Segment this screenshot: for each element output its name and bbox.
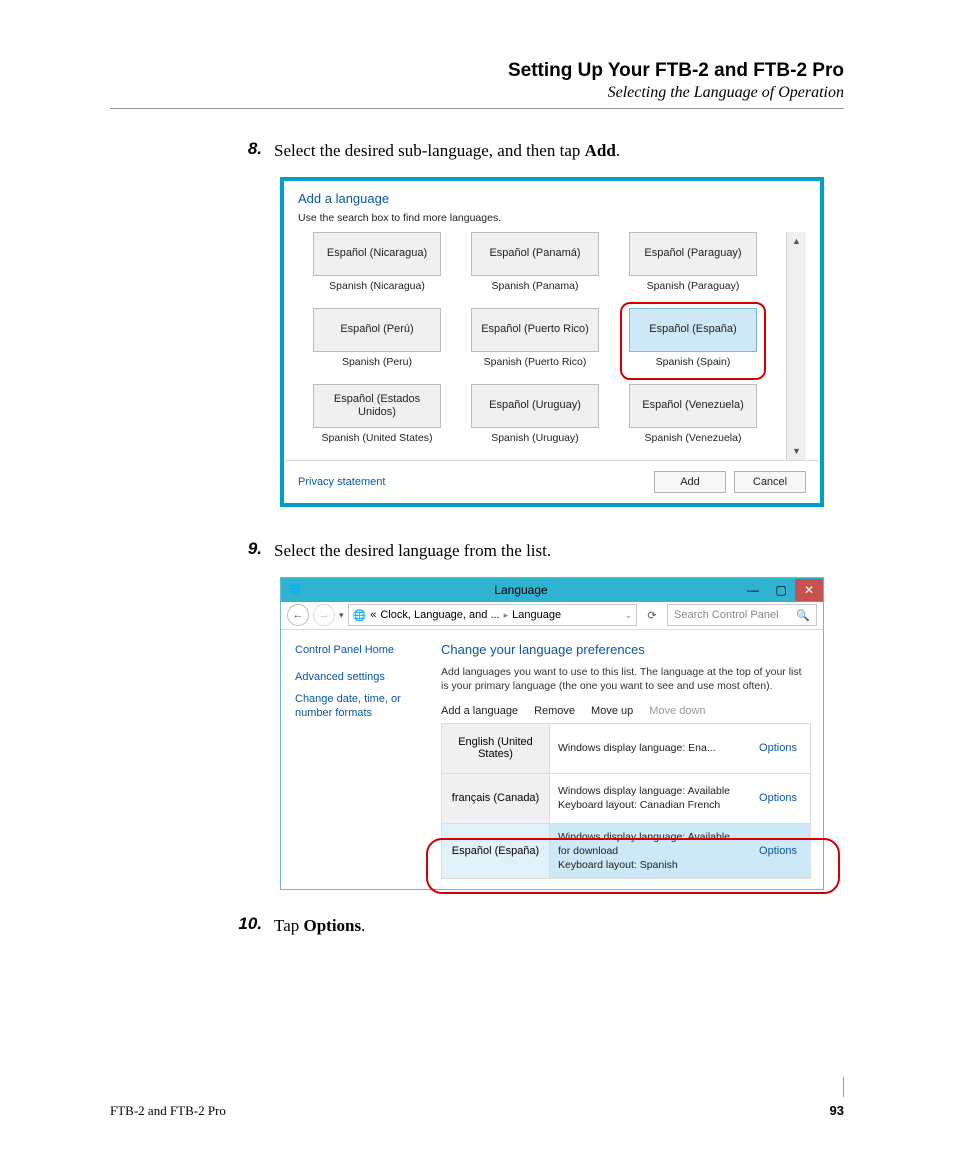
search-icon: 🔍 — [796, 609, 810, 622]
scroll-up-icon[interactable]: ▲ — [787, 232, 806, 250]
minimize-button[interactable]: — — [739, 579, 767, 601]
language-tile[interactable]: Español (Nicaragua) — [313, 232, 441, 276]
main-help-text: Add languages you want to use to this li… — [441, 665, 811, 693]
language-caption: Spanish (Venezuela) — [614, 432, 772, 444]
move-down-link: Move down — [649, 705, 705, 717]
add-button[interactable]: Add — [654, 471, 726, 493]
step-text: Select the desired language from the lis… — [274, 539, 551, 563]
remove-link[interactable]: Remove — [534, 705, 575, 717]
window-title: Language — [303, 583, 739, 597]
options-link[interactable]: Options — [746, 724, 810, 773]
chevron-down-icon[interactable]: ⌄ — [624, 610, 632, 621]
add-language-dialog: Add a language Use the search box to fin… — [280, 177, 824, 507]
language-caption: Spanish (Paraguay) — [614, 280, 772, 292]
language-tile[interactable]: Español (Paraguay) — [629, 232, 757, 276]
forward-button[interactable]: → — [313, 604, 335, 626]
language-tile[interactable]: Español (Estados Unidos) — [313, 384, 441, 428]
close-button[interactable]: ✕ — [795, 579, 823, 601]
refresh-button[interactable]: ⟳ — [641, 604, 663, 626]
step-number: 9. — [230, 539, 274, 563]
scrollbar[interactable]: ▲ ▼ — [786, 232, 806, 460]
language-caption: Spanish (Panama) — [456, 280, 614, 292]
language-tile-selected[interactable]: Español (España) — [629, 308, 757, 352]
search-input[interactable]: Search Control Panel 🔍 — [667, 604, 817, 626]
change-date-link[interactable]: Change date, time, or number formats — [295, 692, 427, 721]
language-tile[interactable]: Español (Venezuela) — [629, 384, 757, 428]
language-desc: Windows display language: Available Keyb… — [550, 774, 746, 823]
language-tile[interactable]: Español (Perú) — [313, 308, 441, 352]
language-caption: Spanish (Spain) — [614, 356, 772, 368]
language-tile[interactable]: Español (Uruguay) — [471, 384, 599, 428]
back-button[interactable]: ← — [287, 604, 309, 626]
language-row[interactable]: français (Canada) Windows display langua… — [442, 774, 810, 824]
language-list: English (United States) Windows display … — [441, 723, 811, 880]
cancel-button[interactable]: Cancel — [734, 471, 806, 493]
window-titlebar[interactable]: 🌐 Language — ▢ ✕ — [281, 578, 823, 602]
step-number: 8. — [230, 139, 274, 163]
language-desc: Windows display language: Ena... — [550, 724, 746, 773]
page-section-subtitle: Selecting the Language of Operation — [110, 84, 844, 102]
language-tile[interactable]: Español (Puerto Rico) — [471, 308, 599, 352]
language-window: 🌐 Language — ▢ ✕ ← → ▾ 🌐 « Clock, Langua… — [280, 577, 824, 891]
maximize-button[interactable]: ▢ — [767, 579, 795, 601]
globe-icon: 🌐 — [353, 609, 367, 622]
language-caption: Spanish (Nicaragua) — [298, 280, 456, 292]
main-heading: Change your language preferences — [441, 642, 811, 657]
privacy-link[interactable]: Privacy statement — [298, 476, 385, 488]
language-caption: Spanish (Puerto Rico) — [456, 356, 614, 368]
dialog-title: Add a language — [298, 191, 806, 206]
language-row-selected[interactable]: Español (España) Windows display languag… — [442, 824, 810, 879]
breadcrumb[interactable]: 🌐 « Clock, Language, and ... ▸ Language … — [348, 604, 637, 626]
scroll-down-icon[interactable]: ▼ — [787, 442, 806, 460]
page-number: 93 — [830, 1103, 844, 1119]
page-section-title: Setting Up Your FTB-2 and FTB-2 Pro — [110, 60, 844, 82]
language-name: français (Canada) — [442, 774, 550, 823]
language-name: English (United States) — [442, 724, 550, 773]
add-language-link[interactable]: Add a language — [441, 705, 518, 717]
step-text: Tap Options. — [274, 914, 365, 938]
advanced-settings-link[interactable]: Advanced settings — [295, 670, 427, 684]
history-dropdown-icon[interactable]: ▾ — [339, 610, 344, 621]
language-caption: Spanish (Uruguay) — [456, 432, 614, 444]
step-text: Select the desired sub-language, and the… — [274, 139, 620, 163]
options-link[interactable]: Options — [746, 774, 810, 823]
footer-rule — [843, 1077, 844, 1097]
language-tile[interactable]: Español (Panamá) — [471, 232, 599, 276]
options-link[interactable]: Options — [746, 824, 810, 879]
control-panel-home-link[interactable]: Control Panel Home — [295, 644, 427, 656]
language-name: Español (España) — [442, 824, 550, 879]
header-divider — [110, 108, 844, 109]
move-up-link[interactable]: Move up — [591, 705, 633, 717]
window-icon: 🌐 — [287, 582, 303, 598]
dialog-help-text: Use the search box to find more language… — [298, 212, 806, 224]
step-number: 10. — [230, 914, 274, 938]
language-caption: Spanish (United States) — [298, 432, 456, 444]
language-row[interactable]: English (United States) Windows display … — [442, 724, 810, 774]
language-desc: Windows display language: Available for … — [550, 824, 746, 879]
footer-product: FTB-2 and FTB-2 Pro — [110, 1103, 226, 1119]
language-caption: Spanish (Peru) — [298, 356, 456, 368]
